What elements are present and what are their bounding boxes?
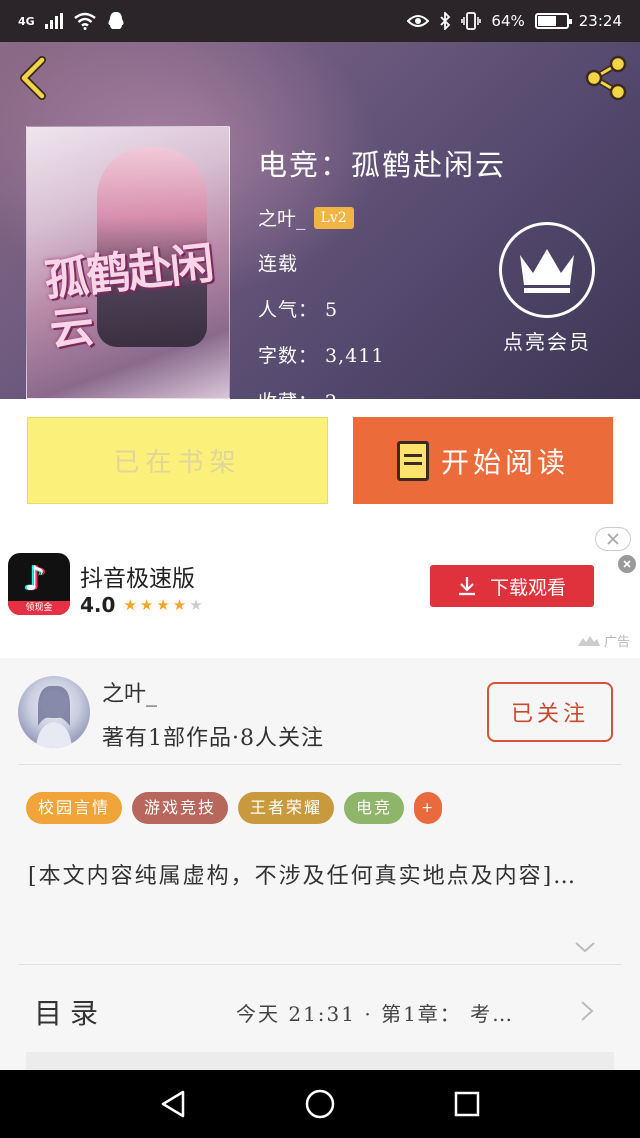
ad-app-icon[interactable]: ♪ 领现金: [8, 553, 70, 615]
vibrate-icon: [461, 12, 482, 30]
tag-chip[interactable]: 电竞: [344, 792, 405, 824]
book-header: 孤鹤赴闲云 电竞：孤鹤赴闲云 之叶_ Lv2 连载 人气： 5 字数： 3,41…: [0, 42, 640, 399]
navigation-bar: [0, 1070, 640, 1138]
book-description[interactable]: [本文内容纯属虚构，不涉及任何真实地点及内容]…: [28, 860, 608, 894]
author-stats: 著有1部作品·8人关注: [102, 726, 324, 751]
signal-icon: [44, 13, 63, 29]
ad-close-button[interactable]: [595, 527, 631, 551]
vip-label: 点亮会员: [503, 330, 591, 354]
ad-rating: 4.0 ★★★★★: [80, 593, 206, 617]
author-row: 之叶_ Lv2: [258, 204, 506, 231]
follow-button[interactable]: 已关注: [487, 682, 613, 742]
book-icon: [396, 440, 429, 481]
share-icon: [585, 55, 627, 101]
chevron-down-icon: [575, 942, 595, 953]
music-note-icon: ♪: [24, 559, 46, 599]
level-badge: Lv2: [313, 206, 354, 229]
circle-home-icon: [305, 1089, 335, 1119]
chevron-right-icon: [581, 1001, 594, 1021]
nav-back-button[interactable]: [153, 1084, 193, 1124]
square-recents-icon: [454, 1091, 479, 1117]
status-bar: 4G 64% 23:24: [0, 0, 640, 42]
action-bar: 已在书架 开始阅读: [0, 399, 640, 521]
star-filled-icon: ★: [156, 596, 173, 614]
star-rating-icon: ★★★★★: [123, 596, 205, 614]
divider: [18, 764, 622, 765]
cover-title: 孤鹤赴闲云: [42, 238, 215, 357]
ad-label: 广告: [603, 635, 630, 650]
on-shelf-button[interactable]: 已在书架: [27, 417, 328, 504]
tag-chip[interactable]: 游戏竞技: [132, 792, 229, 824]
vip-circle: [499, 222, 595, 318]
back-button[interactable]: [14, 56, 54, 100]
author-avatar[interactable]: [18, 676, 90, 748]
latest-chapter: 今天 21:31 · 第1章： 考…: [236, 1002, 515, 1026]
book-cover[interactable]: 孤鹤赴闲云: [26, 126, 230, 399]
start-reading-button[interactable]: 开始阅读: [353, 417, 613, 504]
ad-logo-icon: [577, 636, 600, 646]
nav-recents-button[interactable]: [447, 1084, 487, 1124]
bluetooth-icon: [440, 12, 451, 30]
popularity: 人气： 5: [258, 299, 339, 321]
status-right: 64% 23:24: [407, 12, 622, 30]
wifi-icon: [73, 12, 96, 30]
table-of-contents-row[interactable]: 目录 今天 21:31 · 第1章： 考…: [0, 974, 640, 1044]
ad-download-label: 下载观看: [489, 576, 566, 599]
next-section-card: [26, 1052, 614, 1070]
star-empty-icon: ★: [189, 596, 206, 614]
book-title: 电竞：孤鹤赴闲云: [258, 148, 507, 182]
battery-fill: [537, 16, 556, 26]
star-filled-icon: ★: [123, 596, 140, 614]
battery-icon: [534, 13, 572, 29]
download-icon: [458, 577, 475, 596]
divider: [18, 964, 622, 965]
eye-icon: [407, 15, 430, 27]
word-count: 字数： 3,411: [258, 345, 385, 367]
share-button[interactable]: [582, 54, 630, 102]
tag-chip[interactable]: 校园言情: [26, 792, 123, 824]
ad-icon-caption: 领现金: [8, 601, 70, 615]
star-filled-icon: ★: [139, 596, 157, 614]
book-details: 之叶_ 著有1部作品·8人关注 已关注 校园言情 游戏竞技 王者荣耀 电竞 + [本文内…: [0, 658, 640, 1070]
close-icon: [607, 533, 619, 545]
serial-status: 连载: [258, 253, 299, 275]
toc-label: 目录: [34, 997, 107, 1030]
star-filled-icon: ★: [172, 596, 190, 614]
qq-icon: [108, 12, 124, 29]
expand-description-button[interactable]: [574, 938, 596, 953]
close-small-icon: [623, 560, 631, 568]
clock: 23:24: [578, 12, 622, 30]
start-reading-label: 开始阅读: [440, 445, 569, 479]
on-shelf-label: 已在书架: [113, 448, 242, 478]
triangle-back-icon: [162, 1090, 185, 1118]
more-tags-button[interactable]: +: [414, 792, 443, 824]
tag-list: 校园言情 游戏竞技 王者荣耀 电竞 +: [26, 792, 443, 824]
battery-percent: 64%: [491, 12, 525, 30]
ad-app-name[interactable]: 抖音极速版: [80, 559, 195, 593]
tag-chip[interactable]: 王者荣耀: [238, 792, 335, 824]
follow-label: 已关注: [510, 702, 589, 727]
status-left: 4G: [18, 11, 125, 31]
book-author[interactable]: 之叶_: [258, 204, 306, 231]
crown-icon: [520, 249, 574, 293]
avatar-illustration: [36, 685, 72, 748]
ad-dismiss-button[interactable]: [618, 555, 636, 573]
author-name[interactable]: 之叶_: [102, 676, 157, 708]
network-indicator: 4G: [18, 14, 35, 28]
ad-rating-value: 4.0: [80, 593, 116, 617]
ad-download-button[interactable]: 下载观看: [430, 565, 594, 607]
ad-banner[interactable]: ♪ 领现金 抖音极速版 4.0 ★★★★★ 下载观看 广告: [0, 521, 640, 658]
favorites-count: 收藏： 2: [258, 387, 506, 399]
book-info: 电竞：孤鹤赴闲云 之叶_ Lv2 连载 人气： 5 字数： 3,411 收藏： …: [258, 142, 506, 399]
ad-tag: 广告: [577, 631, 630, 650]
nav-home-button[interactable]: [300, 1084, 340, 1124]
back-arrow-icon: [20, 56, 46, 100]
vip-button[interactable]: 点亮会员: [492, 222, 602, 355]
